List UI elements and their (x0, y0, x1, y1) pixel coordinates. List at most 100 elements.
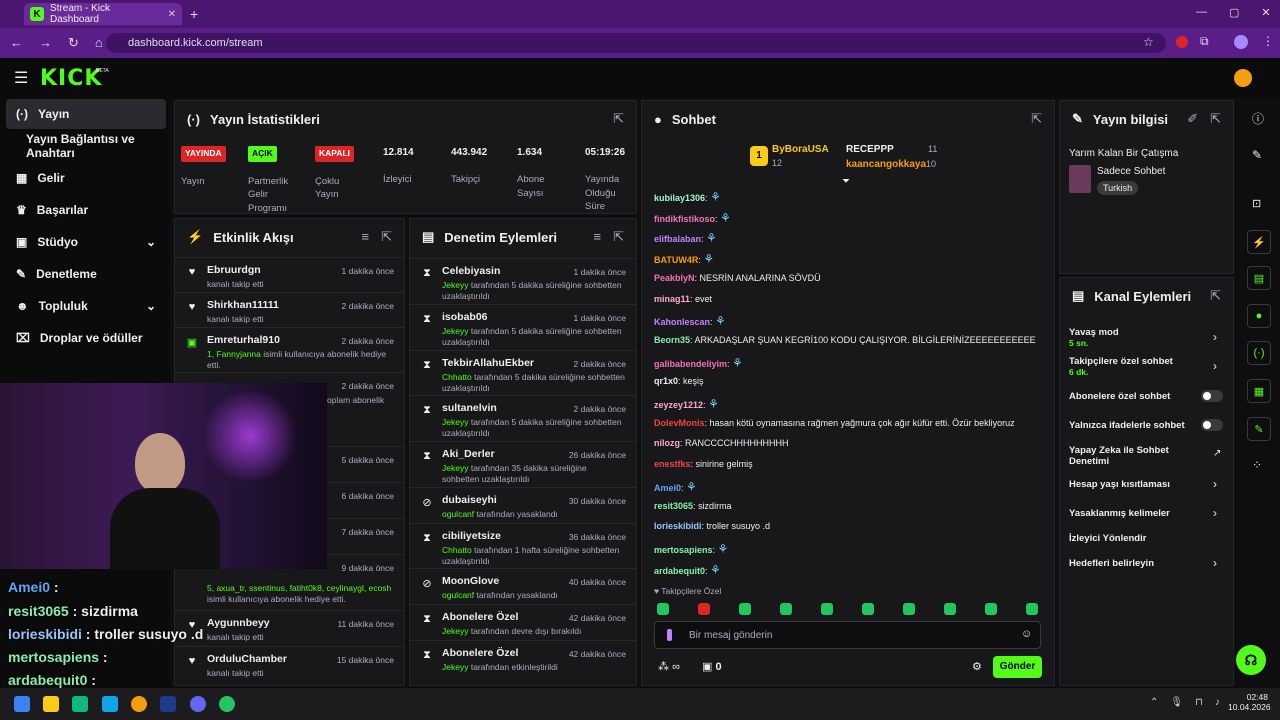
popout-icon[interactable]: ⇱ (613, 229, 624, 245)
moderator-name[interactable]: Jekeyy (442, 463, 468, 473)
action-banned-words[interactable]: Yasaklanmış kelimeler (1069, 508, 1170, 519)
settings-gear-icon[interactable]: ⚙ (972, 660, 982, 673)
rail-broadcast-button[interactable]: (·) (1247, 341, 1271, 365)
profile-avatar[interactable] (1234, 35, 1248, 49)
chat-username[interactable]: qr1x0 (654, 376, 678, 386)
chat-username[interactable]: PeakblyN (654, 273, 695, 283)
sidebar-item-gelir[interactable]: ▦ Gelir (6, 163, 166, 193)
chat-username[interactable]: minag11 (654, 294, 690, 304)
chevron-right-icon[interactable]: › (1213, 506, 1217, 520)
action-followers-only[interactable]: Takipçilere özel sohbet 6 dk. (1069, 356, 1173, 377)
rail-wrench-button[interactable]: ✎ (1247, 417, 1271, 441)
chat-username[interactable]: DolevMonis (654, 418, 705, 428)
info-icon[interactable]: ⓘ (1252, 110, 1264, 127)
close-tab-icon[interactable]: ✕ (168, 9, 176, 20)
action-slow-mode[interactable]: Yavaş mod 5 sn. (1069, 327, 1119, 348)
browser-menu-icon[interactable]: ⋮ (1262, 34, 1274, 48)
file-explorer-icon[interactable] (43, 696, 59, 712)
send-button[interactable]: Gönder (993, 656, 1042, 678)
user-avatar[interactable] (1234, 69, 1252, 87)
moderator-name[interactable]: ogulcanf (442, 509, 474, 519)
external-link-icon[interactable]: ↗ (1213, 448, 1221, 459)
sidebar-item-droplar[interactable]: ⌧ Droplar ve ödüller (6, 323, 166, 353)
extension-icon[interactable] (1176, 36, 1188, 48)
support-headset-icon[interactable]: ☊ (1236, 645, 1266, 675)
subscribers-only-toggle[interactable] (1201, 390, 1223, 402)
moderator-name[interactable]: Jekeyy (442, 326, 468, 336)
edit-icon[interactable]: ✐ (1187, 111, 1198, 127)
sidebar-item-basarilar[interactable]: ♛ Başarılar (6, 195, 166, 225)
chat-username[interactable]: ardabequit0 (654, 566, 705, 576)
emoji-icon[interactable]: ☺ (1021, 628, 1032, 640)
store-icon[interactable] (72, 696, 88, 712)
sidebar-item-studyo[interactable]: ▣ Stüdyo ⌄ (6, 227, 166, 257)
chat-username[interactable]: enestfks (654, 459, 691, 469)
chat-username[interactable]: findikfistikoso (654, 214, 715, 224)
quick-emote-icon[interactable] (1026, 603, 1038, 615)
collapse-icon[interactable]: ⏷ (842, 176, 850, 187)
action-goals[interactable]: Hedefleri belirleyin (1069, 558, 1154, 569)
popout-icon[interactable]: ⇱ (1031, 111, 1042, 127)
gift-icon[interactable]: ▣ 0 (702, 660, 722, 673)
quick-emote-icon[interactable] (985, 603, 997, 615)
quick-emote-icon[interactable] (739, 603, 751, 615)
pen-icon[interactable]: ✎ (1252, 148, 1262, 162)
moderator-name[interactable]: Chhatto (442, 372, 472, 382)
chat-username[interactable]: Kahonlescan (654, 317, 710, 327)
chat-username[interactable]: Beorn35 (654, 335, 690, 345)
sidebar-item-stream-key[interactable]: Yayın Bağlantısı ve Anahtarı (6, 131, 166, 161)
action-host[interactable]: İzleyici Yönlendir (1069, 533, 1146, 544)
new-tab-button[interactable]: + (190, 6, 198, 22)
chat-username[interactable]: galibabendeliyim (654, 359, 727, 369)
chat-username[interactable]: zeyzey1212 (654, 400, 703, 410)
filter-icon[interactable]: ≡ (594, 229, 602, 245)
rail-chat-button[interactable]: ● (1247, 304, 1271, 328)
back-icon[interactable]: ← (10, 35, 23, 51)
moderator-name[interactable]: Jekeyy (442, 280, 468, 290)
windows-start-icon[interactable] (14, 696, 30, 712)
rail-actions-button[interactable]: ▦ (1247, 379, 1271, 403)
outlook-icon[interactable] (102, 696, 118, 712)
chat-username[interactable]: elifbalaban (654, 234, 701, 244)
leader-name[interactable]: kaancangokkaya (846, 159, 926, 170)
category-name[interactable]: Sadece Sohbet (1097, 166, 1165, 177)
popout-icon[interactable]: ⇱ (381, 229, 392, 245)
minimize-icon[interactable]: — (1196, 6, 1207, 19)
popout-icon[interactable]: ⇱ (613, 111, 624, 127)
chat-username[interactable]: nilozg (654, 438, 680, 448)
sidebar-item-denetleme[interactable]: ✎ Denetleme (6, 259, 166, 289)
leader-name[interactable]: ByBoraUSA (772, 144, 829, 155)
emotes-only-toggle[interactable] (1201, 419, 1223, 431)
quick-emote-icon[interactable] (780, 603, 792, 615)
quick-emote-icon[interactable] (821, 603, 833, 615)
rail-activity-button[interactable]: ⚡ (1247, 230, 1271, 254)
spotify-icon[interactable] (219, 696, 235, 712)
sidebar-item-topluluk[interactable]: ☻ Topluluk ⌄ (6, 291, 166, 321)
clock[interactable]: 02:48 10.04.2026 (1228, 692, 1271, 712)
moderator-name[interactable]: Jekeyy (442, 626, 468, 636)
chat-input[interactable]: Bir mesaj gönderin ☺ (654, 621, 1041, 649)
more-icon[interactable]: ⁘ (1252, 458, 1262, 472)
action-account-age[interactable]: Hesap yaşı kısıtlaması (1069, 479, 1170, 490)
moderator-name[interactable]: Jekeyy (442, 417, 468, 427)
popout-icon[interactable]: ⇱ (1210, 288, 1221, 304)
chat-username[interactable]: lorieskibidi (654, 521, 702, 531)
chevron-right-icon[interactable]: › (1213, 556, 1217, 570)
filter-icon[interactable]: ≡ (362, 229, 370, 245)
chat-username[interactable]: BATUW4R (654, 255, 698, 265)
microphone-icon[interactable]: 🎙 (1170, 697, 1183, 708)
url-field[interactable]: dashboard.kick.com/stream (106, 33, 1166, 53)
chevron-right-icon[interactable]: › (1213, 477, 1217, 491)
chat-username[interactable]: mertosapiens (654, 545, 713, 555)
chrome-icon[interactable] (131, 696, 147, 712)
chat-username[interactable]: resit3065 (654, 501, 693, 511)
sidebar-item-yayin[interactable]: (·) Yayın (6, 99, 166, 129)
chat-username[interactable]: Amei0 (654, 483, 681, 493)
points-icon[interactable]: ⁂ ∞ (658, 660, 680, 673)
home-icon[interactable]: ⌂ (95, 35, 103, 51)
quick-emote-icon[interactable] (862, 603, 874, 615)
quick-emote-icon[interactable] (944, 603, 956, 615)
window-close-icon[interactable]: ✕ (1261, 6, 1270, 19)
moderator-name[interactable]: Jekeyy (442, 662, 468, 672)
chevron-up-icon[interactable]: ⌃ (1150, 697, 1158, 708)
